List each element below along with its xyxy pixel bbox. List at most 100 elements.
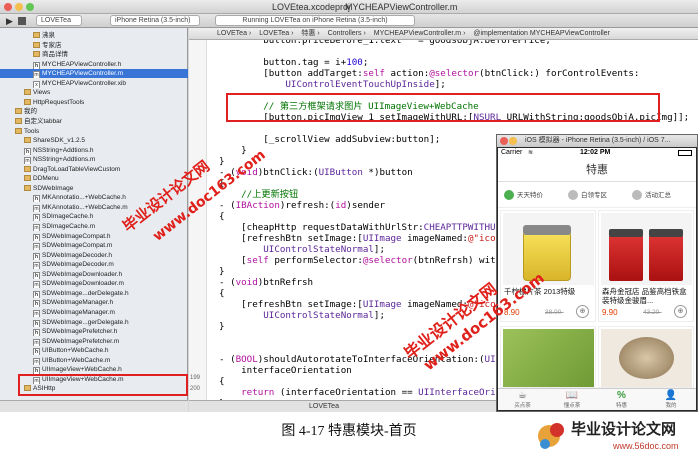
product-card[interactable] bbox=[500, 326, 596, 388]
nav-title: 特惠 bbox=[498, 158, 696, 182]
navigator-item[interactable]: h UIImageView+WebCache.h bbox=[0, 365, 188, 375]
navigator-item-label: MYCHEAPViewController.m bbox=[42, 70, 124, 78]
navigator-item[interactable]: m NSString+Addtions.m bbox=[0, 155, 188, 165]
cart-icon[interactable]: ⊕ bbox=[576, 305, 589, 318]
navigator-item[interactable]: HttpRequestTools bbox=[0, 98, 188, 107]
header-file-icon: h bbox=[33, 300, 40, 308]
project-navigator: 沸泉 专家店 商品详情 h MYCHEAPViewController.h m MYCHEA… bbox=[0, 28, 188, 412]
device-selector[interactable]: iPhone Retina (3.5-inch) bbox=[110, 15, 200, 26]
tabbar-item[interactable]: ☕ 买点茶 bbox=[498, 390, 547, 409]
minimize-button[interactable] bbox=[15, 3, 23, 11]
tabbar-label: 特惠 bbox=[615, 403, 627, 409]
header-file-icon: h bbox=[33, 348, 40, 356]
stop-button[interactable] bbox=[18, 17, 26, 25]
xib-file-icon: x bbox=[33, 80, 40, 88]
code-line: button.tag = i+100; bbox=[219, 57, 369, 68]
simulator-titlebar: iOS 模拟器 - iPhone Retina (3.5-inch) / iOS… bbox=[497, 135, 697, 147]
product-image bbox=[601, 329, 692, 387]
navigator-item[interactable]: h SDWebImage...gerDelegate.h bbox=[0, 318, 188, 327]
navigator-item[interactable]: m SDWebImageDecoder.m bbox=[0, 260, 188, 270]
navigator-item[interactable]: 自定义tabbar bbox=[0, 117, 188, 126]
header-file-icon: h bbox=[33, 319, 40, 327]
code-line: UIControlStateNormal]; bbox=[263, 310, 385, 321]
run-button[interactable]: ▶ bbox=[6, 16, 13, 27]
sim-close-button[interactable] bbox=[500, 137, 508, 145]
navigator-item[interactable]: h SDWebImagePrefetcher.h bbox=[0, 327, 188, 337]
source-file-icon: m bbox=[33, 262, 40, 270]
navigator-item[interactable]: Tools bbox=[0, 127, 188, 136]
navigator-item-label: HttpRequestTools bbox=[33, 98, 85, 106]
navigator-item[interactable]: x MYCHEAPViewController.xib bbox=[0, 79, 188, 88]
close-button[interactable] bbox=[4, 3, 12, 11]
navigator-item[interactable]: DragToLoadTableViewCustom bbox=[0, 165, 188, 174]
tab-dot-icon bbox=[504, 190, 514, 200]
cart-icon[interactable]: ⊕ bbox=[674, 305, 687, 318]
navigator-item[interactable]: 沸泉 bbox=[0, 31, 188, 40]
navigator-item-label: SDImageCache.h bbox=[42, 213, 94, 221]
tabbar-icon: ☕ bbox=[518, 390, 527, 401]
sim-minimize-button[interactable] bbox=[509, 137, 517, 145]
navigator-item[interactable]: h NSString+Addtions.h bbox=[0, 146, 188, 155]
highlight-code-box bbox=[226, 93, 660, 122]
category-tab[interactable]: 天天特价 bbox=[504, 188, 543, 204]
chevron-right-icon: › bbox=[289, 30, 296, 37]
navigator-item[interactable]: h SDWebImage...derDelegate.h bbox=[0, 289, 188, 298]
product-card[interactable]: 森舟金冠店 品鉴高档铁盒装特级金骏眉... 9.90 43.20- ⊕ bbox=[598, 210, 694, 322]
category-tab[interactable]: 活动汇总 bbox=[632, 188, 671, 204]
navigator-item[interactable]: m SDWebImagePrefetcher.m bbox=[0, 337, 188, 346]
navigator-item[interactable]: h UIButton+WebCache.h bbox=[0, 346, 188, 356]
navigator-item[interactable]: DDMenu bbox=[0, 174, 188, 183]
code-line: - (void)btnRefrsh bbox=[219, 277, 314, 288]
breadcrumb-item[interactable]: @implementation MYCHEAPViewController bbox=[473, 30, 610, 37]
code-line: //上更新按钮 bbox=[219, 189, 299, 200]
breadcrumb-item[interactable]: LOVETea bbox=[259, 30, 289, 37]
navigator-item-label: Views bbox=[33, 89, 51, 97]
navigator-item[interactable]: h SDWebImageDecoder.h bbox=[0, 251, 188, 260]
navigator-item[interactable]: 专家店 bbox=[0, 41, 188, 50]
source-file-icon: m bbox=[33, 71, 40, 79]
navigator-item[interactable]: 商品详情 bbox=[0, 50, 188, 59]
ios-simulator-window: iOS 模拟器 - iPhone Retina (3.5-inch) / iOS… bbox=[496, 134, 698, 412]
jump-bar[interactable]: LOVETea › LOVETea › 特惠 › Controllers › M… bbox=[189, 28, 698, 40]
tabbar-item[interactable]: 👤 我的 bbox=[647, 390, 696, 409]
tabbar-label: 我的 bbox=[665, 403, 677, 409]
source-file-icon: m bbox=[24, 157, 31, 165]
tabbar-item[interactable]: % 特惠 bbox=[597, 390, 646, 409]
code-line: - (IBAction)refresh:(id)sender bbox=[219, 200, 386, 211]
folder-icon bbox=[24, 89, 31, 96]
breadcrumb-item[interactable]: 特惠 bbox=[301, 30, 315, 37]
navigator-item[interactable]: 我的 bbox=[0, 107, 188, 116]
navigator-item-label: SDImageCache.m bbox=[42, 223, 96, 230]
chevron-right-icon: › bbox=[361, 30, 368, 37]
line-number: 199 bbox=[190, 375, 201, 381]
tab-dot-icon bbox=[568, 190, 578, 200]
navigator-item-label: NSString+Addtions.h bbox=[33, 146, 94, 154]
tabbar-item[interactable]: 📖 懂点茶 bbox=[548, 390, 597, 409]
category-tab[interactable]: 白领专区 bbox=[568, 188, 607, 204]
navigator-item[interactable]: Views bbox=[0, 88, 188, 97]
source-file-icon: m bbox=[33, 224, 40, 231]
navigator-item[interactable]: h MYCHEAPViewController.h bbox=[0, 60, 188, 69]
header-file-icon: h bbox=[33, 61, 40, 69]
zoom-button[interactable] bbox=[26, 3, 34, 11]
navigator-item[interactable]: h SDWebImageManager.h bbox=[0, 298, 188, 308]
navigator-item[interactable]: m MYCHEAPViewController.m bbox=[0, 69, 188, 79]
product-card[interactable] bbox=[598, 326, 694, 388]
navigator-item[interactable]: h SDWebImageDownloader.h bbox=[0, 270, 188, 279]
code-line: interfaceOrientation bbox=[219, 365, 352, 376]
breadcrumb-item[interactable]: Controllers bbox=[328, 30, 362, 37]
code-line: } bbox=[219, 321, 225, 332]
code-line: [cheapHttp requestDataWithUrlStr:CHEAPTT… bbox=[219, 222, 518, 233]
navigator-item-label: MKAnnotatio...+WebCache.m bbox=[42, 203, 128, 211]
breadcrumb-item[interactable]: LOVETea bbox=[217, 30, 247, 37]
header-file-icon: h bbox=[24, 147, 31, 155]
scheme-selector[interactable]: LOVETea bbox=[36, 15, 82, 26]
breadcrumb-item[interactable]: MYCHEAPViewController.m bbox=[374, 30, 461, 37]
navigator-item[interactable]: m SDWebImageManager.m bbox=[0, 308, 188, 317]
tabbar-icon: 👤 bbox=[664, 390, 678, 401]
navigator-item[interactable]: m SDWebImageDownloader.m bbox=[0, 279, 188, 289]
navigator-item[interactable]: m UIButton+WebCache.m bbox=[0, 356, 188, 365]
navigator-item-label: SDWebImageCompat.m bbox=[42, 242, 113, 250]
navigator-item[interactable]: ShareSDK_v1.2.5 bbox=[0, 136, 188, 145]
window-titlebar: LOVEtea.xcodeproj MYCHEAPViewController.… bbox=[0, 0, 698, 14]
